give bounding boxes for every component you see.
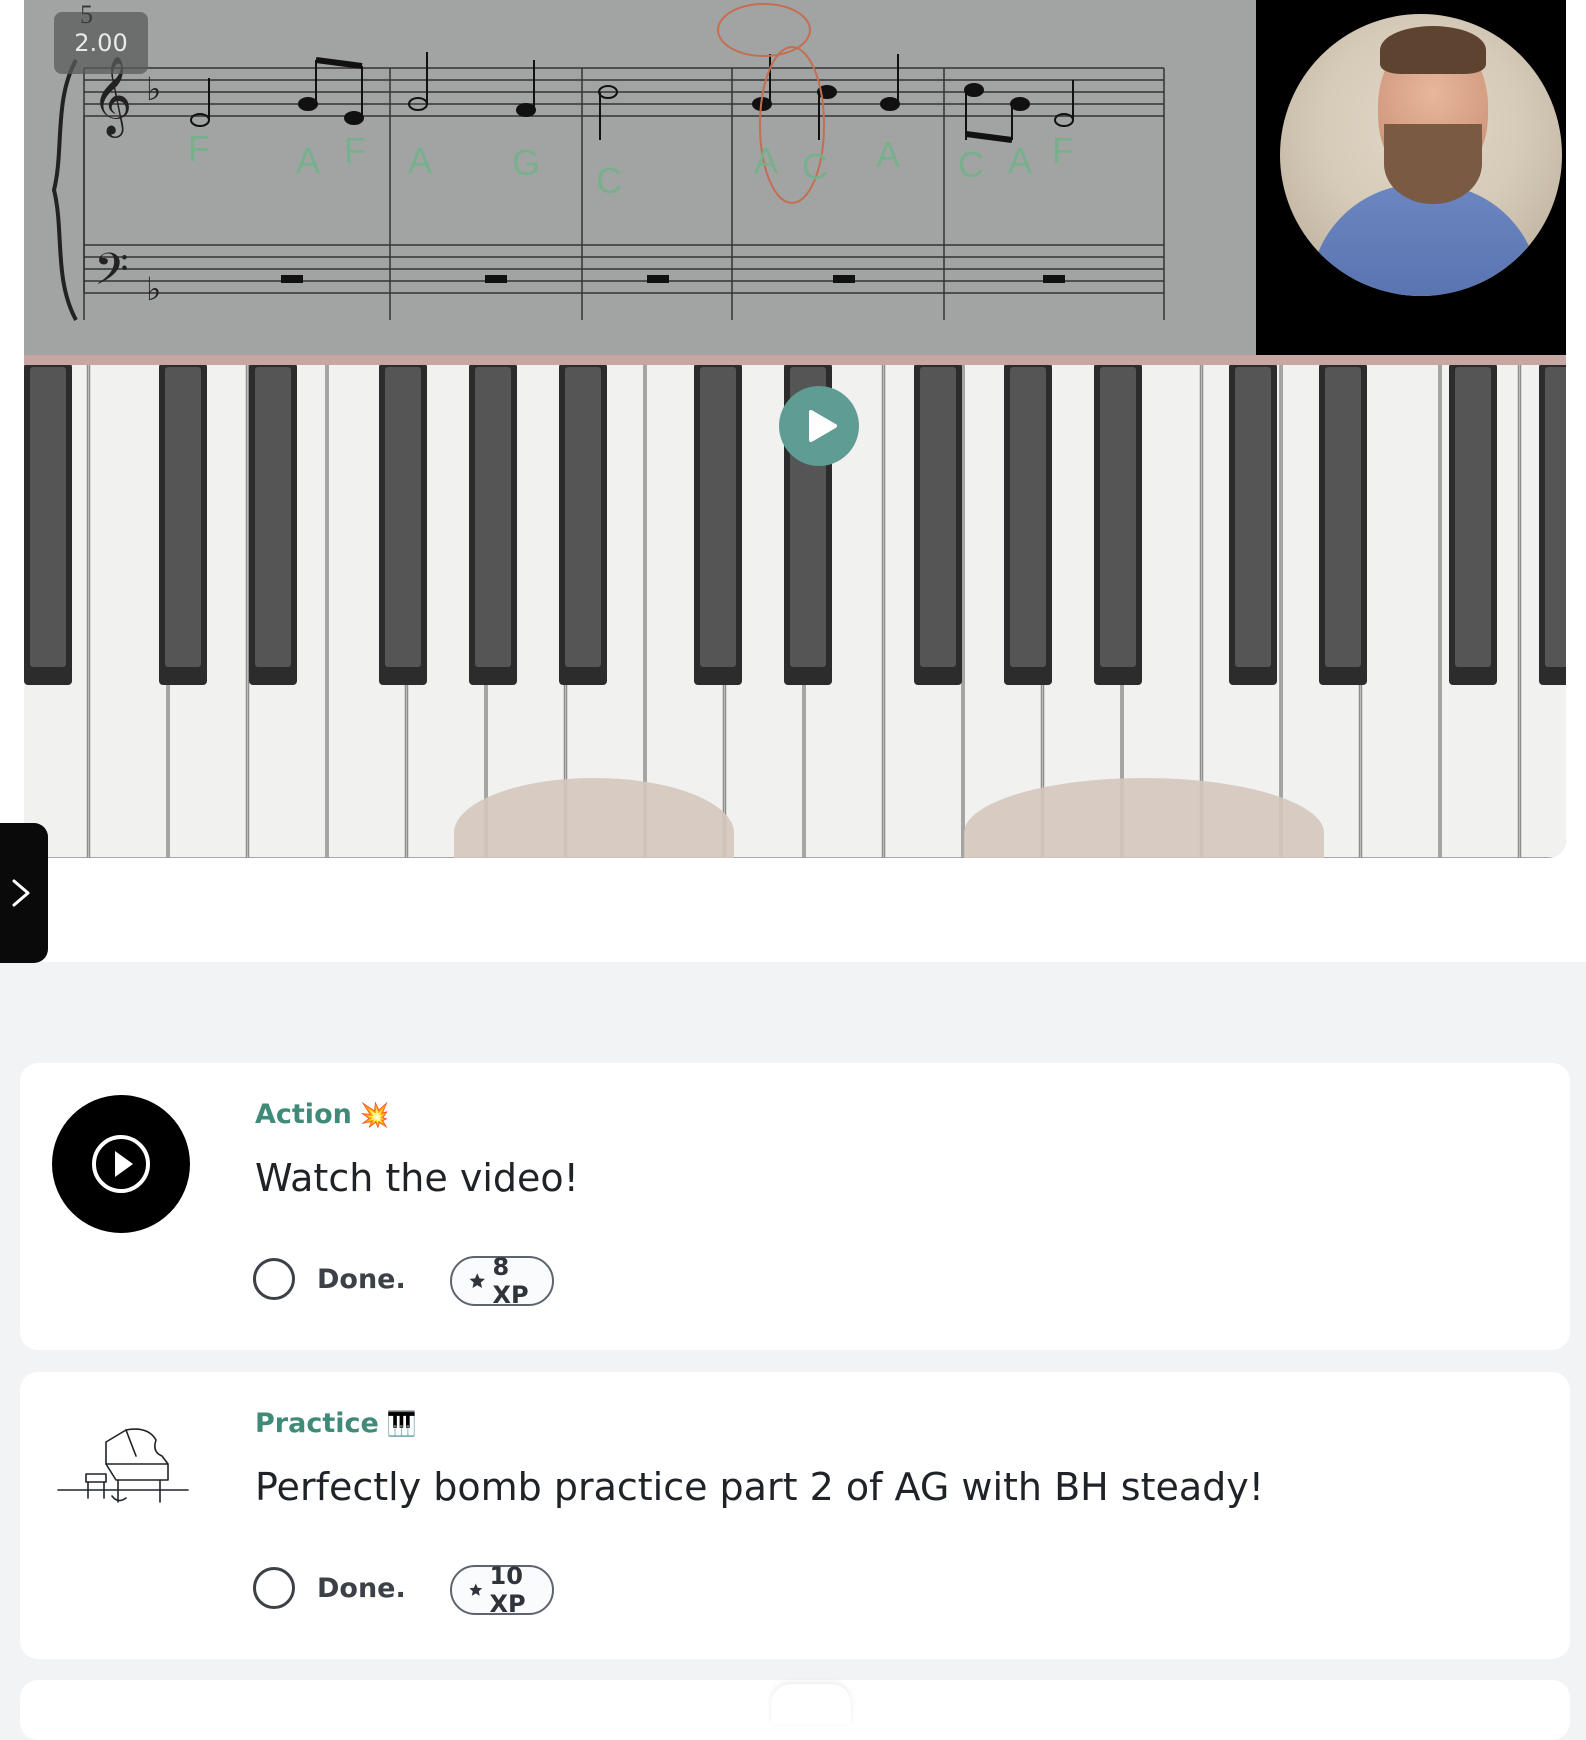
black-key-highlight	[1455, 367, 1491, 667]
done-checkbox[interactable]	[253, 1567, 295, 1609]
note-letters: F A F A G C A C A C A F	[24, 0, 1256, 201]
collision-emoji-icon: 💥	[359, 1101, 390, 1129]
note-letter: G	[512, 142, 541, 183]
black-key-highlight	[385, 367, 421, 667]
star-icon	[469, 1273, 485, 1288]
black-key-highlight	[475, 367, 511, 667]
black-key-highlight	[1235, 367, 1271, 667]
task-card-action: Action 💥 Watch the video! Done. 8 XP	[20, 1063, 1570, 1350]
black-key-highlight	[700, 367, 736, 667]
done-label: Done.	[317, 1264, 406, 1295]
play-button[interactable]	[779, 386, 859, 466]
task-category: Action 💥	[255, 1099, 390, 1130]
instructor-webcam	[1256, 0, 1566, 355]
note-letter: C	[596, 160, 622, 201]
play-circle-icon[interactable]	[52, 1095, 190, 1233]
note-letter: C	[958, 144, 984, 185]
note-letter: A	[296, 140, 321, 181]
black-key-highlight	[1010, 367, 1046, 667]
black-key-highlight	[1100, 367, 1136, 667]
black-key-highlight	[920, 367, 956, 667]
note-letter: A	[408, 140, 433, 181]
note-letter: F	[344, 130, 366, 171]
star-icon	[469, 1583, 483, 1596]
svg-text:𝄢: 𝄢	[94, 243, 129, 306]
task-category-label: Action	[255, 1099, 352, 1130]
piano-keys-emoji-icon: 🎹	[386, 1410, 417, 1438]
xp-value: 8 XP	[492, 1253, 529, 1309]
task-category-label: Practice	[255, 1408, 379, 1439]
video-player[interactable]: 𝄞 𝄢 ♭ ♭ 2.00 F A F A G C A C A C A F 5	[24, 0, 1566, 858]
note-letter: C	[802, 146, 828, 187]
note-letter: A	[876, 134, 901, 175]
play-icon	[809, 410, 837, 442]
sidebar-toggle-button[interactable]	[0, 823, 48, 963]
chevron-right-icon	[12, 879, 30, 907]
svg-text:♭: ♭	[146, 270, 161, 308]
xp-badge: 10 XP	[450, 1562, 555, 1618]
task-title: Watch the video!	[255, 1156, 579, 1200]
black-key-highlight	[255, 367, 291, 667]
instructor-avatar	[1280, 14, 1562, 296]
black-key-highlight	[1325, 367, 1361, 667]
note-letter: F	[188, 128, 210, 169]
task-card-practice: Practice 🎹 Perfectly bomb practice part 2…	[20, 1372, 1570, 1659]
note-letter: A	[1008, 140, 1033, 181]
done-checkbox[interactable]	[253, 1258, 295, 1300]
note-letter: A	[754, 140, 779, 181]
black-key-highlight	[165, 367, 201, 667]
scroll-handle[interactable]	[771, 1684, 851, 1724]
sheet-music: 𝄞 𝄢 ♭ ♭ 2.00 F A F A G C A C A C A F 5	[24, 0, 1256, 355]
task-category: Practice 🎹	[255, 1408, 417, 1439]
measure-number: 5	[80, 0, 93, 29]
xp-value: 10 XP	[489, 1562, 526, 1618]
grand-piano-icon	[57, 1428, 189, 1503]
black-key-highlight	[1545, 367, 1566, 667]
done-label: Done.	[317, 1573, 406, 1604]
note-letter: F	[1052, 130, 1074, 171]
black-key-highlight	[565, 367, 601, 667]
task-title: Perfectly bomb practice part 2 of AG wit…	[255, 1465, 1265, 1509]
black-key-highlight	[30, 367, 66, 667]
xp-badge: 8 XP	[450, 1253, 555, 1309]
